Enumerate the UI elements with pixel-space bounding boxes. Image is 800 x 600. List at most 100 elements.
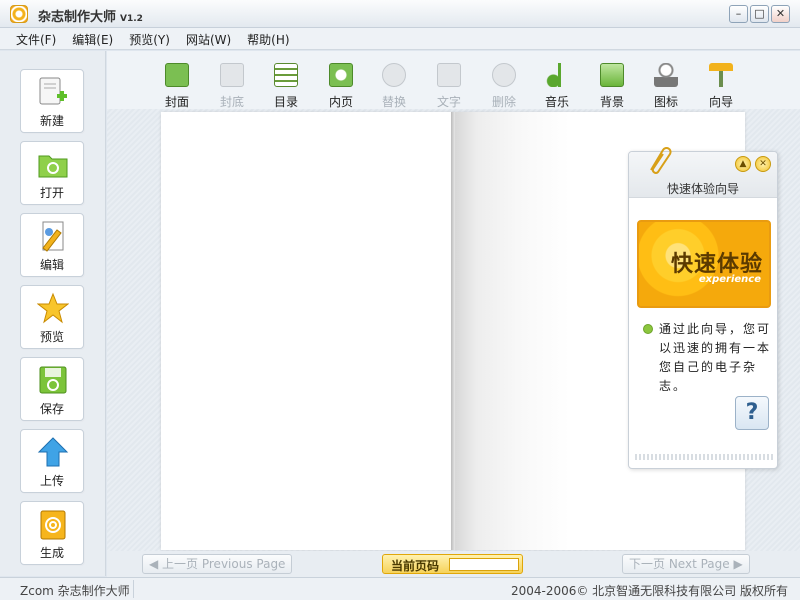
wizard-title: 快速体验向导 bbox=[666, 182, 739, 196]
preview-button[interactable]: 预览 bbox=[20, 285, 84, 349]
tool-inner-page-label: 内页 bbox=[328, 95, 353, 109]
preview-label: 预览 bbox=[39, 330, 64, 344]
back-cover-icon bbox=[220, 63, 244, 87]
help-button[interactable]: ? bbox=[735, 396, 769, 430]
tool-replace-label: 替换 bbox=[381, 95, 406, 109]
cover-icon bbox=[165, 63, 189, 87]
tool-background[interactable]: 背景 bbox=[590, 61, 634, 109]
page-nav-bar: ◀ 上一页 Previous Page 当前页码 下一页 Next Page ▶ bbox=[107, 551, 800, 577]
tool-music[interactable]: 音乐 bbox=[535, 61, 579, 109]
delete-icon bbox=[492, 63, 516, 87]
menu-bar: 文件(F) 编辑(E) 预览(Y) 网站(W) 帮助(H) bbox=[0, 28, 800, 50]
background-icon bbox=[600, 63, 624, 87]
maximize-button[interactable]: □ bbox=[750, 5, 769, 23]
tool-delete[interactable]: 删除 bbox=[482, 61, 526, 109]
tool-cover[interactable]: 封面 bbox=[155, 61, 199, 109]
menu-website[interactable]: 网站(W) bbox=[178, 28, 239, 49]
left-sidebar: 新建 打开 编辑 预览 保存 上传 生成 bbox=[0, 51, 106, 576]
status-app-name: Zcom 杂志制作大师 bbox=[20, 584, 130, 598]
toolbar: 封面 封底 目录 内页 替换 文字 删除 音乐 背景 图标 向导 bbox=[107, 51, 800, 109]
current-page-box: 当前页码 bbox=[382, 554, 523, 574]
prev-page-button[interactable]: ◀ 上一页 Previous Page bbox=[142, 554, 293, 574]
minimize-button[interactable]: – bbox=[729, 5, 748, 23]
status-bar: Zcom 杂志制作大师 2004-2006© 北京智通无限科技有限公司 版权所有 bbox=[0, 577, 800, 600]
wizard-footer-divider bbox=[635, 454, 773, 460]
wizard-collapse-button[interactable]: ▲ bbox=[735, 156, 751, 172]
close-button[interactable]: ✕ bbox=[771, 5, 790, 23]
wizard-header: ▲ ✕ 快速体验向导 bbox=[629, 147, 777, 198]
tool-contents-label: 目录 bbox=[273, 95, 298, 109]
upload-arrow-icon bbox=[37, 437, 69, 467]
signpost-icon bbox=[709, 63, 733, 87]
tool-music-label: 音乐 bbox=[544, 95, 569, 109]
build-book-icon bbox=[40, 510, 66, 540]
tool-text[interactable]: 文字 bbox=[427, 61, 471, 109]
tool-text-label: 文字 bbox=[436, 95, 461, 109]
wizard-description: 通过此向导，您可以迅速的拥有一本您自己的电子杂志。 bbox=[659, 322, 772, 393]
next-page-label: 下一页 Next Page bbox=[629, 557, 730, 571]
quick-experience-banner[interactable]: 快速体验 experience bbox=[637, 220, 771, 308]
tool-back-cover[interactable]: 封底 bbox=[210, 61, 254, 109]
title-bar: 杂志制作大师 V1.2 – □ ✕ bbox=[0, 0, 800, 28]
edit-label: 编辑 bbox=[39, 258, 64, 272]
new-button[interactable]: 新建 bbox=[20, 69, 84, 133]
upload-label: 上传 bbox=[39, 474, 64, 488]
tool-delete-label: 删除 bbox=[491, 95, 516, 109]
quick-wizard-panel: ▲ ✕ 快速体验向导 快速体验 experience 通过此向导，您可以迅速的拥… bbox=[628, 147, 778, 469]
build-button[interactable]: 生成 bbox=[20, 501, 84, 565]
app-title: 杂志制作大师 V1.2 bbox=[38, 6, 143, 25]
arrow-right-icon: ▶ bbox=[729, 557, 743, 571]
bullet-icon bbox=[643, 324, 653, 334]
tool-back-cover-label: 封底 bbox=[219, 95, 244, 109]
current-page-label: 当前页码 bbox=[391, 559, 440, 573]
close-icon: ✕ bbox=[759, 159, 767, 169]
tool-cover-label: 封面 bbox=[164, 95, 189, 109]
menu-preview[interactable]: 预览(Y) bbox=[121, 28, 178, 49]
text-icon bbox=[437, 63, 461, 87]
new-doc-icon bbox=[39, 77, 67, 105]
chevron-up-icon: ▲ bbox=[739, 159, 747, 169]
current-page-input[interactable] bbox=[449, 558, 519, 571]
open-label: 打开 bbox=[39, 186, 64, 200]
paperclip-icon bbox=[650, 147, 672, 174]
app-version: V1.2 bbox=[120, 14, 143, 24]
tool-wizard[interactable]: 向导 bbox=[699, 61, 743, 109]
edit-icon bbox=[42, 221, 64, 252]
music-icon bbox=[545, 63, 569, 87]
inner-page-icon bbox=[329, 63, 353, 87]
minimize-icon: – bbox=[735, 7, 742, 20]
book-spine bbox=[451, 112, 455, 550]
status-copyright: 2004-2006© 北京智通无限科技有限公司 版权所有 bbox=[510, 584, 788, 598]
build-label: 生成 bbox=[39, 546, 64, 560]
tool-wizard-label: 向导 bbox=[708, 95, 733, 109]
tool-icons-label: 图标 bbox=[653, 95, 678, 109]
tool-contents[interactable]: 目录 bbox=[264, 61, 308, 109]
star-icon bbox=[37, 292, 69, 324]
save-label: 保存 bbox=[39, 402, 64, 416]
app-logo-icon bbox=[10, 5, 28, 23]
question-icon: ? bbox=[745, 400, 759, 425]
menu-edit[interactable]: 编辑(E) bbox=[64, 28, 121, 49]
prev-page-label: 上一页 Previous Page bbox=[162, 557, 286, 571]
tool-inner-page[interactable]: 内页 bbox=[319, 61, 363, 109]
chess-icon bbox=[654, 63, 678, 87]
wizard-close-button[interactable]: ✕ bbox=[755, 156, 771, 172]
contents-icon bbox=[274, 63, 298, 87]
replace-icon bbox=[382, 63, 406, 87]
arrow-left-icon: ◀ bbox=[149, 557, 163, 571]
upload-button[interactable]: 上传 bbox=[20, 429, 84, 493]
tool-replace[interactable]: 替换 bbox=[372, 61, 416, 109]
next-page-button[interactable]: 下一页 Next Page ▶ bbox=[622, 554, 750, 574]
maximize-icon: □ bbox=[754, 7, 765, 20]
edit-button[interactable]: 编辑 bbox=[20, 213, 84, 277]
status-separator bbox=[133, 580, 134, 598]
book-left-page[interactable] bbox=[161, 112, 453, 550]
open-button[interactable]: 打开 bbox=[20, 141, 84, 205]
tool-background-label: 背景 bbox=[599, 95, 624, 109]
banner-subtitle: experience bbox=[698, 274, 761, 285]
app-title-text: 杂志制作大师 bbox=[38, 10, 117, 25]
tool-icons[interactable]: 图标 bbox=[644, 61, 688, 109]
save-button[interactable]: 保存 bbox=[20, 357, 84, 421]
menu-help[interactable]: 帮助(H) bbox=[239, 28, 297, 49]
menu-file[interactable]: 文件(F) bbox=[8, 28, 64, 49]
